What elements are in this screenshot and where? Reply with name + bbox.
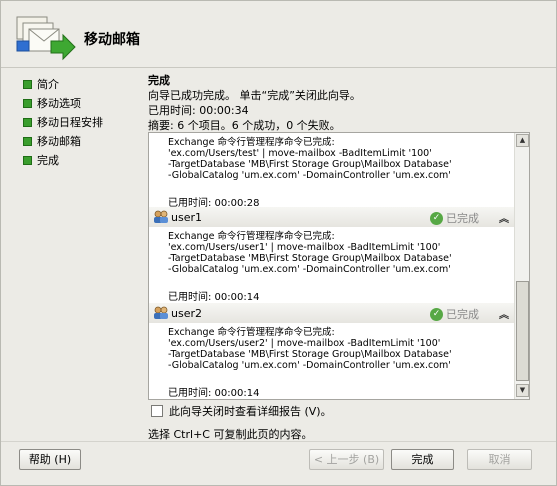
user-icon: [153, 306, 169, 320]
completion-message: 向导已成功完成。 单击“完成”关闭此向导。: [148, 89, 361, 102]
step-bullet-icon: [23, 155, 32, 165]
elapsed-time: 已用时间: 00:00:14: [168, 388, 260, 399]
result-block-user1: user1 ✓ 已完成 ︽ Exchange 命令行管理程序命令已完成: 'ex…: [149, 207, 515, 303]
step-bullet-icon: [23, 136, 32, 146]
step-bullet-icon: [23, 98, 32, 108]
scroll-thumb[interactable]: [516, 281, 529, 381]
result-header: user2 ✓ 已完成 ︽: [149, 303, 515, 323]
header-divider: [1, 67, 556, 68]
completion-summary: 完成 向导已成功完成。 单击“完成”关闭此向导。 已用时间: 00:00:34 …: [148, 72, 538, 132]
command-output: Exchange 命令行管理程序命令已完成: 'ex.com/Users/tes…: [149, 137, 515, 209]
step-label: 移动邮箱: [37, 135, 81, 148]
scroll-up-icon[interactable]: ▲: [516, 134, 529, 147]
total-elapsed: 已用时间: 00:00:34: [148, 104, 249, 117]
step-bullet-icon: [23, 117, 32, 127]
step-intro: 简介: [23, 75, 143, 93]
output-line: Exchange 命令行管理程序命令已完成:: [168, 231, 335, 242]
vertical-scrollbar[interactable]: ▲ ▼: [514, 133, 529, 399]
output-line: 'ex.com/Users/test' | move-mailbox -BadI…: [168, 148, 432, 159]
back-button[interactable]: < 上一步 (B): [309, 449, 384, 470]
page-title: 移动邮箱: [84, 32, 140, 48]
collapse-chevron-icon[interactable]: ︽: [499, 210, 509, 225]
output-line: -TargetDatabase 'MB\First Storage Group\…: [168, 349, 452, 360]
step-label: 移动日程安排: [37, 116, 103, 129]
command-output: Exchange 命令行管理程序命令已完成: 'ex.com/Users/use…: [149, 227, 515, 303]
output-line: -TargetDatabase 'MB\First Storage Group\…: [168, 159, 452, 170]
step-label: 完成: [37, 154, 59, 167]
results-pane[interactable]: Exchange 命令行管理程序命令已完成: 'ex.com/Users/tes…: [148, 132, 530, 400]
status-text: 已完成: [446, 212, 479, 225]
finish-button[interactable]: 完成: [391, 449, 454, 470]
wizard-window: 移动邮箱 简介 移动选项 移动日程安排 移动邮箱 完成 完成 向导已成功完成。 …: [0, 0, 557, 486]
cancel-button[interactable]: 取消: [467, 449, 532, 470]
help-button[interactable]: 帮助 (H): [19, 449, 81, 470]
elapsed-time: 已用时间: 00:00:14: [168, 292, 260, 303]
user-name: user1: [171, 210, 202, 224]
detailed-report-option[interactable]: 此向导关闭时查看详细报告 (V)。: [151, 403, 332, 419]
wizard-steps: 简介 移动选项 移动日程安排 移动邮箱 完成: [23, 75, 143, 170]
check-icon: ✓: [430, 211, 443, 225]
section-title: 完成: [148, 74, 170, 87]
output-line: -GlobalCatalog 'um.ex.com' -DomainContro…: [168, 170, 451, 181]
output-line: 'ex.com/Users/user2' | move-mailbox -Bad…: [168, 338, 441, 349]
result-header: user1 ✓ 已完成 ︽: [149, 207, 515, 227]
collapse-chevron-icon[interactable]: ︽: [499, 306, 509, 321]
output-line: -TargetDatabase 'MB\First Storage Group\…: [168, 253, 452, 264]
step-completion: 完成: [23, 151, 143, 169]
result-block-test: Exchange 命令行管理程序命令已完成: 'ex.com/Users/tes…: [149, 137, 515, 209]
output-line: 'ex.com/Users/user1' | move-mailbox -Bad…: [168, 242, 441, 253]
output-line: -GlobalCatalog 'um.ex.com' -DomainContro…: [168, 360, 451, 371]
status-badge: ✓ 已完成: [430, 306, 479, 322]
output-line: Exchange 命令行管理程序命令已完成:: [168, 137, 335, 148]
results-list: Exchange 命令行管理程序命令已完成: 'ex.com/Users/tes…: [149, 133, 515, 399]
status-badge: ✓ 已完成: [430, 210, 479, 226]
check-icon: ✓: [430, 307, 443, 321]
scroll-down-icon[interactable]: ▼: [516, 384, 529, 397]
wizard-header: 移动邮箱: [1, 1, 556, 67]
step-label: 简介: [37, 78, 59, 91]
step-bullet-icon: [23, 79, 32, 89]
result-block-user2: user2 ✓ 已完成 ︽ Exchange 命令行管理程序命令已完成: 'ex…: [149, 303, 515, 399]
step-move-mailbox: 移动邮箱: [23, 132, 143, 150]
output-line: -GlobalCatalog 'um.ex.com' -DomainContro…: [168, 264, 451, 275]
user-icon: [153, 210, 169, 224]
detailed-report-label: 此向导关闭时查看详细报告 (V)。: [169, 405, 332, 418]
elapsed-time: 已用时间: 00:00:28: [168, 198, 260, 209]
detailed-report-checkbox[interactable]: [151, 405, 163, 417]
output-line: Exchange 命令行管理程序命令已完成:: [168, 327, 335, 338]
summary-text: 摘要: 6 个项目。6 个成功，0 个失败。: [148, 119, 341, 132]
footer-divider: [1, 441, 556, 442]
user-name: user2: [171, 306, 202, 320]
command-output: Exchange 命令行管理程序命令已完成: 'ex.com/Users/use…: [149, 323, 515, 399]
status-text: 已完成: [446, 308, 479, 321]
step-label: 移动选项: [37, 97, 81, 110]
mailbox-move-icon: [15, 11, 77, 63]
step-move-options: 移动选项: [23, 94, 143, 112]
step-move-schedule: 移动日程安排: [23, 113, 143, 131]
copy-tip: 选择 Ctrl+C 可复制此页的内容。: [148, 428, 313, 441]
